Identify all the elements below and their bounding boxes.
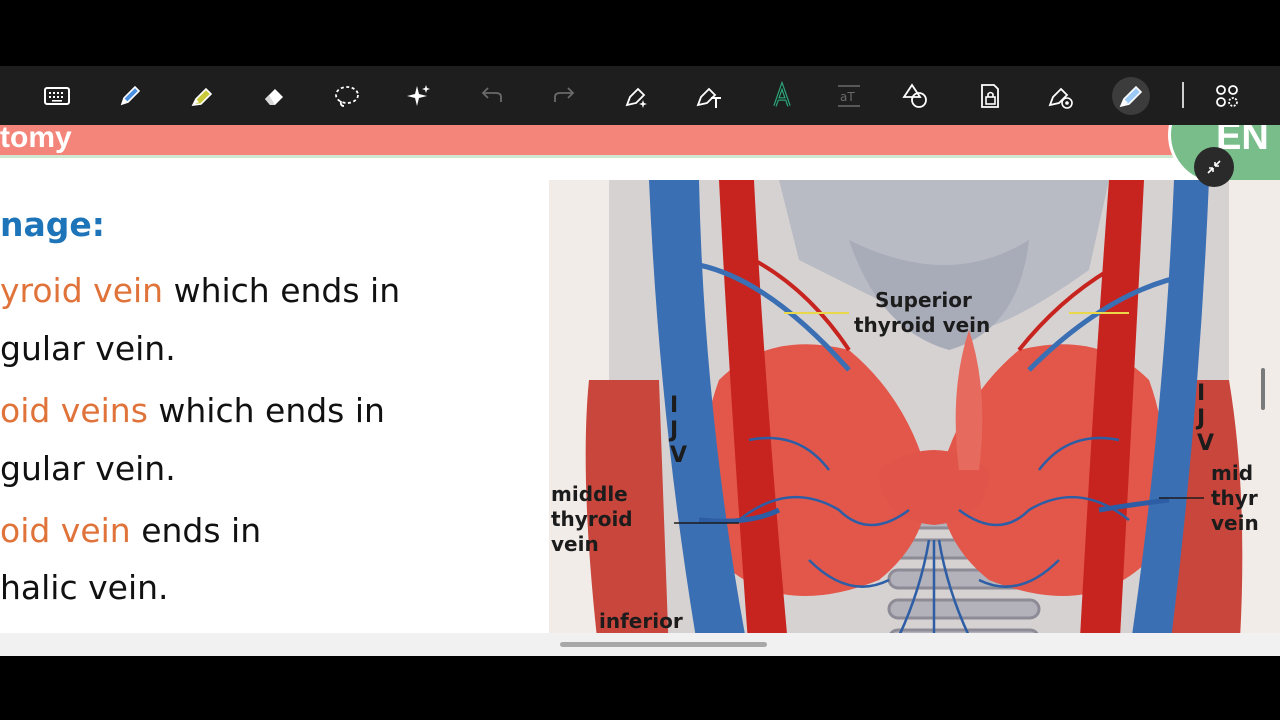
bullet-line-4: gular vein.	[0, 449, 176, 489]
text-box-icon: aT	[838, 85, 860, 107]
lasso-icon	[335, 86, 359, 107]
font-tool-button[interactable]	[763, 77, 801, 115]
lasso-tool-button[interactable]	[328, 77, 366, 115]
text-tool-button[interactable]	[690, 77, 728, 115]
bottom-bar-area	[0, 656, 1280, 720]
label-middle-right-1: mid	[1211, 461, 1253, 485]
grid-gear-icon	[1216, 85, 1238, 107]
label-middle-right-2: thyr	[1211, 486, 1258, 510]
pen-sparkle-icon	[625, 87, 647, 108]
text-box-tool-button[interactable]: aT	[830, 77, 868, 115]
text-pen-icon	[696, 87, 721, 108]
label-middle-left-1: middle	[551, 482, 628, 506]
slide-heading: nage:	[0, 205, 105, 244]
slide-canvas[interactable]: tomy EN nage: yroid vein which ends in g…	[0, 125, 1280, 656]
label-ijv-left-1: I	[670, 393, 678, 418]
slide-header-title: tomy	[0, 125, 72, 154]
bullet-line-5: oid vein ends in	[0, 511, 261, 551]
undo-icon	[481, 87, 502, 102]
redo-button[interactable]	[545, 77, 583, 115]
label-ijv-left-3: V	[670, 443, 687, 468]
label-ijv-right-2: J	[1195, 406, 1205, 431]
bullet-line-3: oid veins which ends in	[0, 391, 385, 431]
label-ijv-left-2: J	[668, 418, 678, 443]
slide-header-line	[0, 155, 1280, 158]
eraser-tool-button[interactable]	[255, 77, 293, 115]
active-pen-icon	[1119, 85, 1143, 108]
bullet-text: halic vein.	[0, 568, 169, 607]
highlighter-tool-button[interactable]	[183, 77, 221, 115]
redo-icon	[554, 87, 575, 102]
keyboard-icon	[44, 87, 70, 105]
bullet-text: gular vein.	[0, 449, 176, 488]
bullet-text: which ends in	[163, 271, 401, 310]
bullet-term: oid vein	[0, 511, 131, 550]
slide-header-band	[0, 125, 1280, 155]
label-superior: Superior	[875, 288, 972, 312]
shapes-tool-button[interactable]	[896, 77, 934, 115]
undo-button[interactable]	[473, 77, 511, 115]
bullet-term: oid veins	[0, 391, 148, 430]
bullet-line-1: yroid vein which ends in	[0, 271, 400, 311]
horizontal-scrollbar[interactable]	[560, 642, 767, 647]
vertical-scrollbar[interactable]	[1261, 368, 1265, 410]
keyboard-tool-button[interactable]	[38, 77, 76, 115]
pen-icon	[120, 85, 141, 106]
lock-page-icon	[981, 84, 999, 108]
laser-pen-icon	[1048, 87, 1073, 109]
bullet-term: yroid vein	[0, 271, 164, 310]
status-bar-area	[0, 0, 1280, 66]
bullet-line-2: gular vein.	[0, 329, 176, 369]
lock-tool-button[interactable]	[970, 77, 1008, 115]
label-inferior: inferior	[599, 609, 683, 633]
bullet-line-6: halic vein.	[0, 568, 169, 608]
exit-fullscreen-button[interactable]	[1194, 147, 1234, 187]
label-ijv-right-1: I	[1197, 381, 1205, 406]
laser-tool-button[interactable]	[1042, 77, 1080, 115]
label-thyroid-vein: thyroid vein	[854, 313, 990, 337]
svg-text:aT: aT	[840, 90, 855, 104]
label-middle-right-3: vein	[1211, 511, 1259, 535]
label-ijv-right-3: V	[1197, 431, 1214, 456]
pen-tool-button[interactable]	[111, 77, 149, 115]
toolbar-divider	[1182, 82, 1184, 108]
font-a-icon	[773, 81, 791, 107]
label-middle-left-2: thyroid	[551, 507, 633, 531]
eraser-icon	[265, 89, 283, 105]
bullet-text: gular vein.	[0, 329, 176, 368]
pen-settings-tool-button[interactable]	[618, 77, 656, 115]
highlighter-icon	[191, 87, 213, 106]
sparkle-icon	[407, 85, 430, 106]
bullet-text: ends in	[130, 511, 262, 550]
bullet-text: which ends in	[147, 391, 385, 430]
annotation-toolbar: aT	[0, 66, 1280, 125]
ai-tool-button[interactable]	[400, 77, 438, 115]
active-pen-tool-button[interactable]	[1112, 77, 1150, 115]
shrink-arrows-icon	[1207, 160, 1221, 174]
more-tools-button[interactable]	[1208, 77, 1246, 115]
shapes-icon	[902, 83, 927, 108]
label-middle-left-3: vein	[551, 532, 599, 556]
thyroid-anatomy-figure: Superior thyroid vein I J V I J V middle…	[549, 180, 1280, 656]
